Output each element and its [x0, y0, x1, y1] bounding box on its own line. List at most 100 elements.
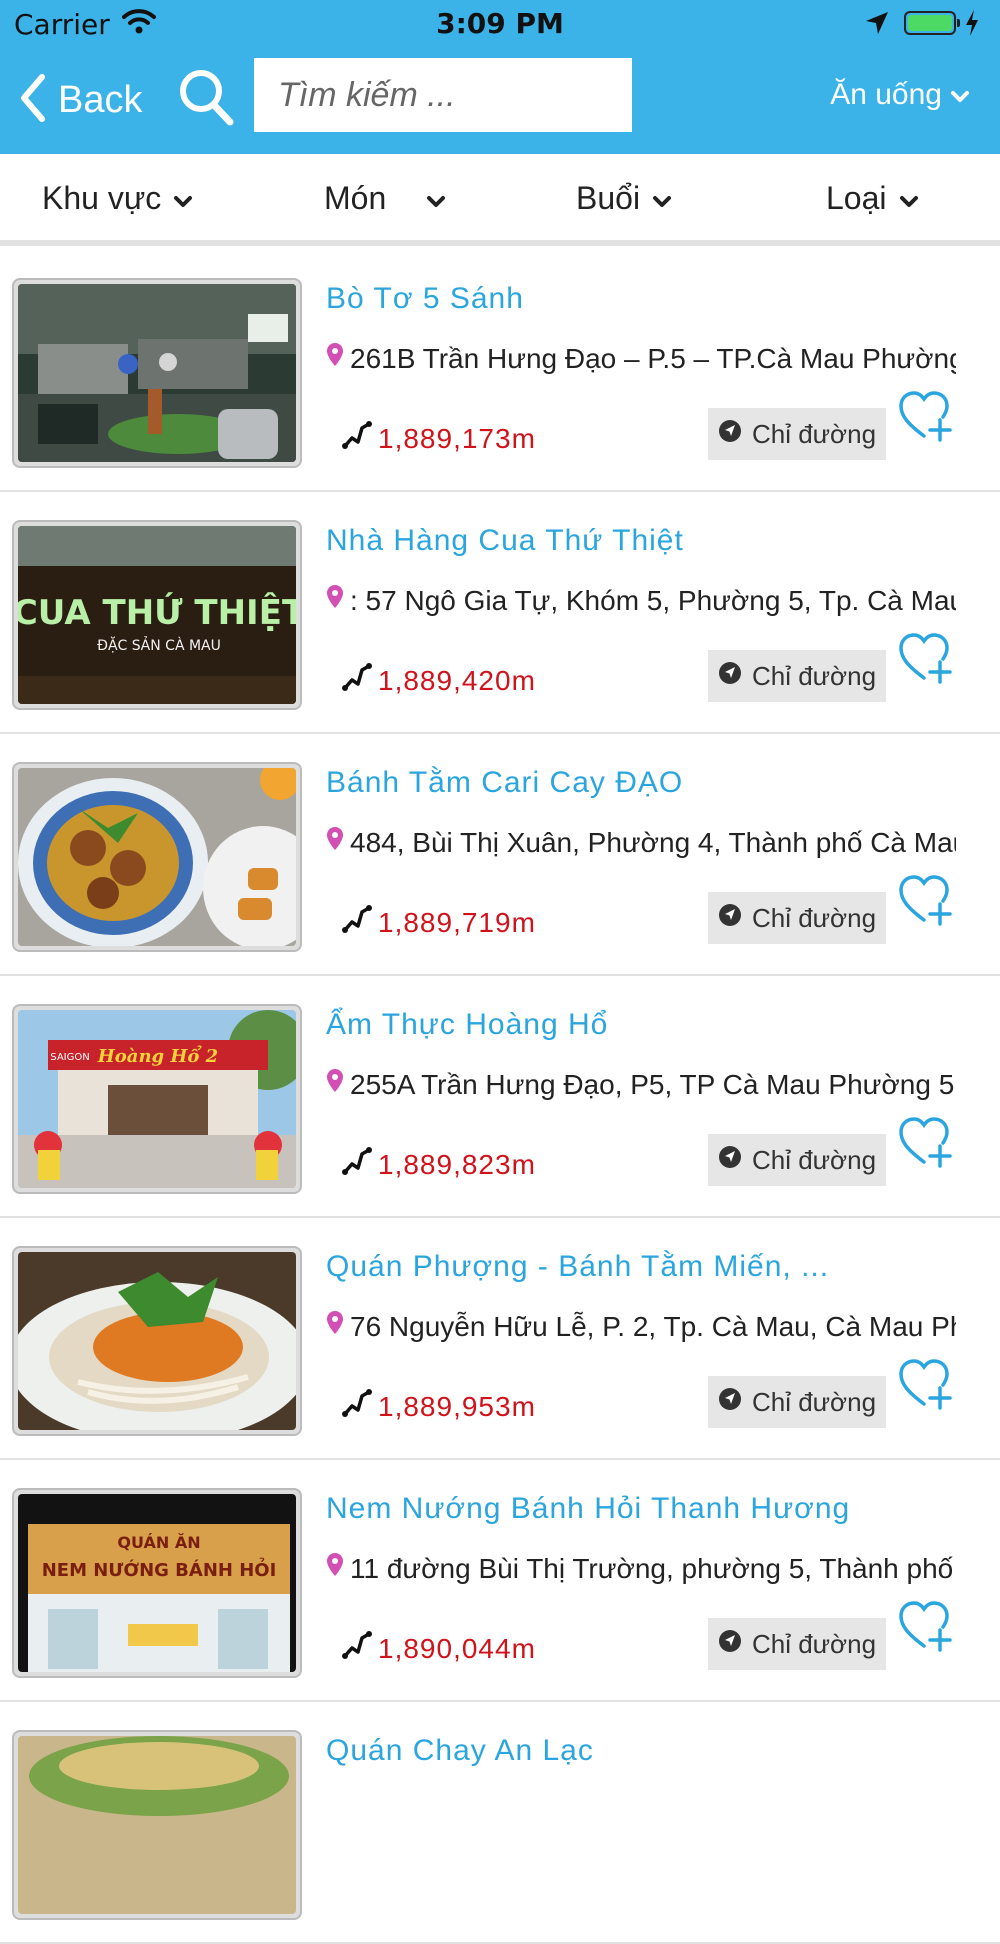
distance-text: 1,890,044m: [378, 1632, 536, 1664]
navigation-arrow-icon: [718, 903, 752, 934]
directions-button[interactable]: Chỉ đường: [708, 892, 886, 944]
add-favorite-heart-icon[interactable]: [898, 1600, 954, 1656]
restaurant-card[interactable]: Bò Tơ 5 Sánh 261B Trần Hưng Đạo – P.5 – …: [0, 250, 1000, 492]
map-pin-icon: [326, 584, 344, 617]
route-icon: [340, 902, 378, 943]
directions-button[interactable]: Chỉ đường: [708, 1618, 886, 1670]
photo-sign-text: CUA THỨ THIỆT: [18, 592, 296, 633]
directions-label: Chỉ đường: [751, 1144, 877, 1175]
restaurant-photo: [12, 762, 302, 952]
filter-bar: Khu vực Món Buổi Loại: [0, 154, 1000, 246]
filter-area[interactable]: Khu vực: [42, 180, 193, 217]
restaurant-name[interactable]: Bánh Tằm Cari Cay ĐẠO: [326, 766, 683, 800]
directions-label: Chỉ đường: [751, 902, 877, 933]
charging-bolt-icon: [964, 9, 980, 41]
map-pin-icon: [326, 1552, 344, 1585]
navigation-arrow-icon: [718, 419, 752, 450]
directions-button[interactable]: Chỉ đường: [708, 1134, 886, 1186]
add-favorite-heart-icon[interactable]: [898, 632, 954, 688]
distance-text: 1,889,719m: [378, 906, 536, 938]
restaurant-photo: [12, 1730, 302, 1920]
battery-icon: [904, 11, 960, 35]
add-favorite-heart-icon[interactable]: [898, 390, 954, 446]
map-pin-icon: [326, 826, 344, 859]
restaurant-address: 76 Nguyễn Hữu Lễ, P. 2, Tp. Cà Mau, Cà M…: [326, 1310, 956, 1343]
navigation-arrow-icon: [718, 1145, 752, 1176]
directions-label: Chỉ đường: [751, 660, 877, 691]
restaurant-card[interactable]: CUA THỨ THIỆT ĐẶC SẢN CÀ MAU Nhà Hàng Cu…: [0, 492, 1000, 734]
route-icon: [340, 1628, 378, 1669]
restaurant-name[interactable]: Bò Tơ 5 Sánh: [326, 282, 524, 316]
photo-subsign-text: ĐẶC SẢN CÀ MAU: [97, 636, 221, 654]
address-text: 255A Trần Hưng Đạo, P5, TP Cà Mau Phường…: [350, 1068, 956, 1100]
directions-button[interactable]: Chỉ đường: [708, 408, 886, 460]
restaurant-address: : 57 Ngô Gia Tự, Khóm 5, Phường 5, Tp. C…: [326, 584, 956, 617]
restaurant-card[interactable]: Hoàng Hổ 2 SAIGON Ẩm Thực Hoàng Hổ 255A …: [0, 976, 1000, 1218]
restaurant-address: 11 đường Bùi Thị Trường, phường 5, Thành…: [326, 1552, 956, 1585]
navigation-arrow-icon: [718, 1629, 752, 1660]
restaurant-name[interactable]: Nhà Hàng Cua Thứ Thiệt: [326, 524, 684, 558]
navigation-arrow-icon: [718, 1387, 752, 1418]
chevron-down-icon: [942, 78, 970, 112]
address-text: 76 Nguyễn Hữu Lễ, P. 2, Tp. Cà Mau, Cà M…: [350, 1310, 956, 1342]
category-label: Ăn uống: [830, 78, 942, 111]
category-dropdown[interactable]: Ăn uống: [830, 78, 970, 112]
restaurant-card[interactable]: Quán Phượng - Bánh Tằm Miến, ... 76 Nguy…: [0, 1218, 1000, 1460]
address-text: 261B Trần Hưng Đạo – P.5 – TP.Cà Mau Phư…: [350, 342, 956, 374]
restaurant-name[interactable]: Quán Phượng - Bánh Tằm Miến, ...: [326, 1250, 829, 1284]
status-bar: Carrier 3:09 PM: [0, 0, 1000, 48]
restaurant-name[interactable]: Quán Chay An Lạc: [326, 1734, 594, 1768]
filter-type[interactable]: Loại: [826, 180, 919, 217]
photo-subsign-text: QUÁN ĂN: [117, 1533, 200, 1552]
filter-area-label: Khu vực: [42, 180, 162, 216]
photo-sign-text: Hoàng Hổ 2: [97, 1043, 218, 1067]
restaurant-photo: [12, 278, 302, 468]
route-icon: [340, 660, 378, 701]
restaurant-card[interactable]: Quán Chay An Lạc: [0, 1702, 1000, 1944]
chevron-down-icon: [640, 180, 672, 217]
filter-type-label: Loại: [826, 180, 887, 216]
directions-label: Chỉ đường: [751, 418, 877, 449]
navigation-bar: Back Ăn uống: [0, 48, 1000, 154]
add-favorite-heart-icon[interactable]: [898, 1116, 954, 1172]
restaurant-name[interactable]: Ẩm Thực Hoàng Hổ: [326, 1008, 608, 1042]
distance-text: 1,889,173m: [378, 422, 536, 454]
route-icon: [340, 1386, 378, 1427]
filter-dish-label: Món: [324, 180, 387, 216]
restaurant-photo: Hoàng Hổ 2 SAIGON: [12, 1004, 302, 1194]
add-favorite-heart-icon[interactable]: [898, 874, 954, 930]
directions-button[interactable]: Chỉ đường: [708, 650, 886, 702]
address-text: 11 đường Bùi Thị Trường, phường 5, Thành…: [350, 1552, 956, 1584]
restaurant-list: Bò Tơ 5 Sánh 261B Trần Hưng Đạo – P.5 – …: [0, 250, 1000, 1944]
restaurant-distance: 1,889,173m: [340, 418, 536, 459]
distance-text: 1,889,823m: [378, 1148, 536, 1180]
route-icon: [340, 418, 378, 459]
restaurant-name[interactable]: Nem Nướng Bánh Hỏi Thanh Hương: [326, 1492, 850, 1526]
filter-dish[interactable]: Món: [324, 180, 446, 217]
map-pin-icon: [326, 1310, 344, 1343]
directions-button[interactable]: Chỉ đường: [708, 1376, 886, 1428]
navigation-arrow-icon: [718, 661, 752, 692]
restaurant-distance: 1,889,823m: [340, 1144, 536, 1185]
chevron-left-icon: [18, 73, 48, 127]
search-icon[interactable]: [178, 68, 234, 130]
add-favorite-heart-icon[interactable]: [898, 1358, 954, 1414]
filter-session[interactable]: Buổi: [576, 180, 672, 217]
restaurant-distance: 1,889,719m: [340, 902, 536, 943]
clock: 3:09 PM: [436, 7, 564, 40]
filter-session-label: Buổi: [576, 180, 641, 216]
restaurant-card[interactable]: QUÁN ĂN NEM NƯỚNG BÁNH HỎI Nem Nướng Bán…: [0, 1460, 1000, 1702]
restaurant-distance: 1,889,420m: [340, 660, 536, 701]
directions-label: Chỉ đường: [751, 1386, 877, 1417]
back-label: Back: [58, 78, 143, 121]
address-text: : 57 Ngô Gia Tự, Khóm 5, Phường 5, Tp. C…: [350, 584, 956, 616]
distance-text: 1,889,420m: [378, 664, 536, 696]
back-button[interactable]: Back: [18, 70, 142, 130]
restaurant-distance: 1,889,953m: [340, 1386, 536, 1427]
map-pin-icon: [326, 1068, 344, 1101]
restaurant-address: 484, Bùi Thị Xuân, Phường 4, Thành phố C…: [326, 826, 956, 859]
restaurant-address: 261B Trần Hưng Đạo – P.5 – TP.Cà Mau Phư…: [326, 342, 956, 375]
search-input[interactable]: [254, 58, 632, 132]
restaurant-card[interactable]: Bánh Tằm Cari Cay ĐẠO 484, Bùi Thị Xuân,…: [0, 734, 1000, 976]
chevron-down-icon: [161, 180, 193, 217]
